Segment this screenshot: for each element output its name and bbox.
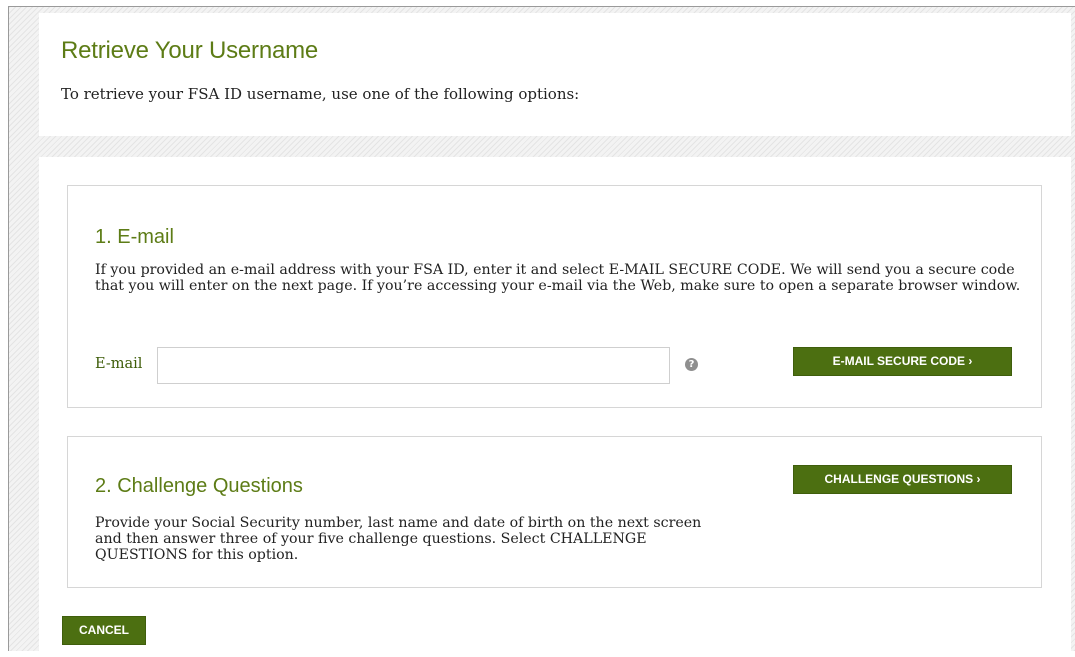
page-intro: To retrieve your FSA ID username, use on… (61, 85, 580, 103)
challenge-section-description: Provide your Social Security number, las… (95, 515, 702, 563)
challenge-option-section: 2. Challenge Questions Provide your Soci… (67, 436, 1042, 588)
header-panel: Retrieve Your Username To retrieve your … (39, 13, 1071, 136)
page-title: Retrieve Your Username (61, 37, 319, 64)
email-field[interactable] (157, 347, 670, 384)
challenge-section-title: 2. Challenge Questions (95, 475, 303, 497)
cancel-button[interactable]: CANCEL (62, 616, 146, 645)
email-section-description: If you provided an e-mail address with y… (95, 262, 1021, 294)
page-frame: Retrieve Your Username To retrieve your … (8, 6, 1075, 657)
email-secure-code-button[interactable]: E-MAIL SECURE CODE › (793, 347, 1012, 376)
email-option-section: 1. E-mail If you provided an e-mail addr… (67, 185, 1042, 408)
challenge-questions-button[interactable]: CHALLENGE QUESTIONS › (793, 465, 1012, 494)
question-circle-icon[interactable]: ? (685, 358, 698, 371)
email-field-label: E-mail (95, 356, 143, 372)
options-panel: 1. E-mail If you provided an e-mail addr… (39, 157, 1071, 657)
email-section-title: 1. E-mail (95, 226, 174, 248)
